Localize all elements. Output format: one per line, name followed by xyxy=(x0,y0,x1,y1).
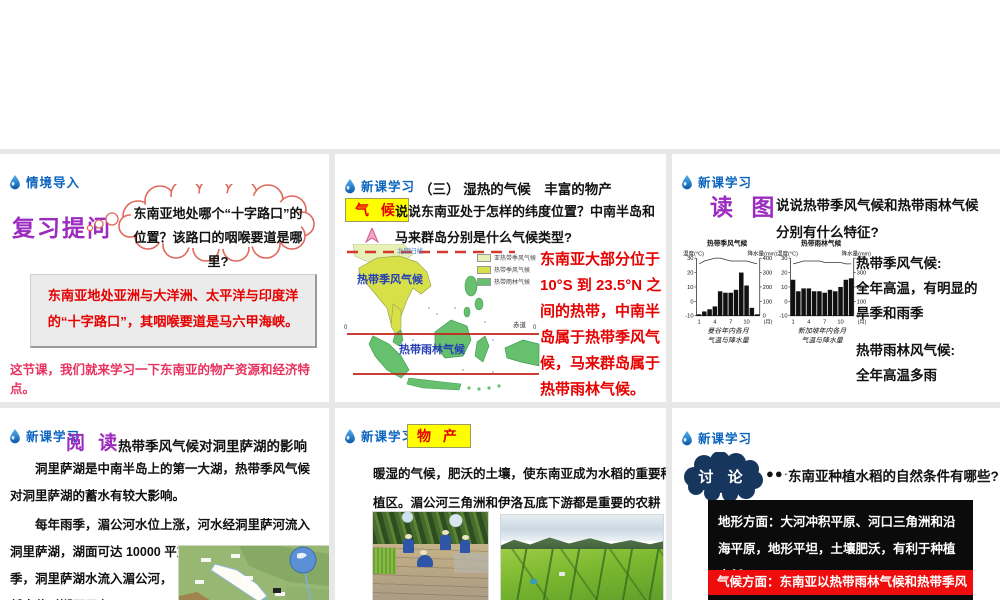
climate-chart-bangkok: 热带季风气候 温度(°C) 降水量(mm) 30 20 10 0 -10 400 300 200 10… xyxy=(682,238,778,347)
review-question-text: 东南亚地处哪个“十字路口”的位置？该路口的咽喉要道是哪里? xyxy=(133,206,303,269)
svg-text:4: 4 xyxy=(807,319,811,325)
rainforest-feature-desc: 全年高温多雨 xyxy=(856,368,937,383)
section-header: 新课学习 xyxy=(343,176,415,195)
map-rainforest-label: 热带雨林气候 xyxy=(399,344,465,356)
monsoon-feature-label: 热带季风气候: xyxy=(856,256,942,271)
svg-text:新加坡年内各月: 新加坡年内各月 xyxy=(798,327,847,335)
svg-text:热带季风气候: 热带季风气候 xyxy=(707,239,748,248)
thought-bubble-dots-icon xyxy=(86,212,119,232)
svg-text:(月): (月) xyxy=(764,318,773,325)
svg-text:400: 400 xyxy=(763,256,773,262)
svg-text:30: 30 xyxy=(687,256,693,262)
svg-text:0: 0 xyxy=(784,299,787,305)
discussion-question: 东南亚种植水稻的自然条件有哪些? xyxy=(788,469,999,484)
map-tropic-of-cancer-label: 北回归线 xyxy=(397,248,423,255)
legend-label: 亚热带季风气候 xyxy=(494,256,537,262)
svg-text:曼谷年内各月: 曼谷年内各月 xyxy=(707,327,750,335)
products-badge: 物 产 xyxy=(407,424,471,448)
map-equator-label: 赤道 xyxy=(513,322,526,329)
svg-text:200: 200 xyxy=(763,285,773,291)
svg-text:7: 7 xyxy=(823,319,826,325)
monsoon-feature-desc: 全年高温，有明显的旱季和雨季 xyxy=(856,281,978,321)
water-drop-icon xyxy=(10,174,20,189)
svg-text:4: 4 xyxy=(713,319,717,325)
reading-paragraph-2b: 季，洞里萨湖水流入湄公河，低水位时湖面只有 xyxy=(10,572,173,600)
map-legend: 亚热带季风气候 热带季风气候 热带雨林气候 xyxy=(477,253,536,286)
reading-title: 热带季风气候对洞里萨湖的影响 xyxy=(118,439,307,454)
legend-label: 热带雨林气候 xyxy=(494,280,531,286)
slide-grid: 情境导入 复习提问 东南亚地处哪个“十字路口”的位置？该路口的咽喉要道是哪里? … xyxy=(0,149,1000,600)
slide-3-read-map[interactable]: 新课学习 读 图 说说热带季风气候和热带雨林气候分别有什么特征? 热带季风气候温… xyxy=(672,154,1000,402)
tonle-sap-map-image xyxy=(178,545,329,600)
svg-text:20: 20 xyxy=(687,270,693,276)
svg-text:10: 10 xyxy=(687,285,693,291)
water-drop-icon xyxy=(682,174,692,189)
water-drop-icon xyxy=(345,178,355,193)
slide-1-review-intro[interactable]: 情境导入 复习提问 东南亚地处哪个“十字路口”的位置？该路口的咽喉要道是哪里? … xyxy=(0,154,329,402)
svg-text:1: 1 xyxy=(791,319,794,325)
read-map-heading: 读 图 xyxy=(710,194,781,220)
slide-6-discussion[interactable]: 新课学习 讨 论 ●●· 东南亚种植水稻的自然条件有哪些? 地形方面：大河冲积平… xyxy=(672,408,1000,600)
svg-text:气温与降水量: 气温与降水量 xyxy=(707,337,750,345)
rice-field-photo xyxy=(500,514,664,600)
section-header: 情境导入 xyxy=(8,172,80,191)
svg-text:300: 300 xyxy=(763,270,773,276)
section-header-label: 情境导入 xyxy=(26,176,81,190)
svg-text:7: 7 xyxy=(729,319,732,325)
svg-text:30: 30 xyxy=(781,256,787,262)
svg-text:1: 1 xyxy=(697,319,700,325)
map-equator-zero-right: 0 xyxy=(533,325,537,331)
rice-planting-photo xyxy=(372,511,489,600)
svg-text:10: 10 xyxy=(781,285,787,291)
legend-label: 热带季风气候 xyxy=(494,268,531,274)
lesson-transition-text: 这节课，我们就来学习一下东南亚的物产资源和经济特点。 xyxy=(10,363,311,396)
reading-heading: 阅 读 xyxy=(66,433,122,454)
slide-5-products[interactable]: 新课学习 物 产 暖湿的气候，肥沃的土壤，使东南亚成为水稻的重要种植区。湄公河三… xyxy=(335,408,666,600)
svg-text:气温与降水量: 气温与降水量 xyxy=(801,337,844,345)
discussion-dots: ●●· xyxy=(766,466,790,481)
svg-text:温度(°C): 温度(°C) xyxy=(683,249,704,257)
climate-features: 热带季风气候: 全年高温，有明显的旱季和雨季 热带雨林风气候: 全年高温多雨 xyxy=(856,251,982,388)
section-header-label: 新课学习 xyxy=(361,180,416,194)
rainforest-feature-label: 热带雨林风气候: xyxy=(856,343,955,358)
discussion-heading: 讨 论 xyxy=(698,469,748,486)
review-answer-box: 东南亚地处亚洲与大洋洲、太平洋与印度洋的“十字路口”，其咽喉要道是马六甲海峡。 xyxy=(30,274,317,348)
svg-text:10: 10 xyxy=(743,319,749,325)
legend-swatch-subtropical xyxy=(477,253,491,262)
svg-text:热带雨林气候: 热带雨林气候 xyxy=(801,239,842,248)
slide-2-climate[interactable]: 新课学习 （三） 湿热的气候 丰富的物产 气 候 说说东南亚处于怎样的纬度位置？… xyxy=(335,154,666,402)
water-drop-icon xyxy=(10,428,20,443)
map-monsoon-label: 热带季风气候 xyxy=(357,274,423,286)
water-drop-icon xyxy=(682,430,692,445)
section-header: 新课学习 xyxy=(343,426,415,445)
climate-answer-text: 东南亚大部分位于10°S 到 23.5°N 之间的热带，中南半岛属于热带季风气候… xyxy=(540,251,662,398)
svg-text:100: 100 xyxy=(763,299,773,305)
section-header: 新课学习 xyxy=(680,428,752,447)
reading-paragraph-1: 洞里萨湖是中南半岛上的第一大湖，热带季风气候对洞里萨湖的蓄水有较大影响。 xyxy=(10,462,311,503)
section-header-label: 新课学习 xyxy=(698,432,753,446)
svg-text:10: 10 xyxy=(837,319,843,325)
svg-text:温度(°C): 温度(°C) xyxy=(777,249,798,257)
map-north-arrow-icon xyxy=(365,228,379,244)
map-equator-zero-left: 0 xyxy=(344,325,348,331)
slide-4-reading-tonle-sap[interactable]: 新课学习 阅 读 热带季风气候对洞里萨湖的影响 洞里萨湖是中南半岛上的第一大湖，… xyxy=(0,408,329,600)
svg-text:-10: -10 xyxy=(685,314,693,320)
climate-answer-banner: 气候方面：东南亚以热带雨林气候和热带季风 xyxy=(708,570,973,595)
svg-text:20: 20 xyxy=(781,270,787,276)
svg-text:0: 0 xyxy=(690,299,693,305)
slide-title: （三） 湿热的气候 丰富的物产 xyxy=(419,182,612,197)
legend-swatch-rainforest xyxy=(477,277,491,286)
svg-text:-10: -10 xyxy=(779,314,787,320)
legend-swatch-monsoon xyxy=(477,265,491,274)
water-drop-icon xyxy=(345,428,355,443)
